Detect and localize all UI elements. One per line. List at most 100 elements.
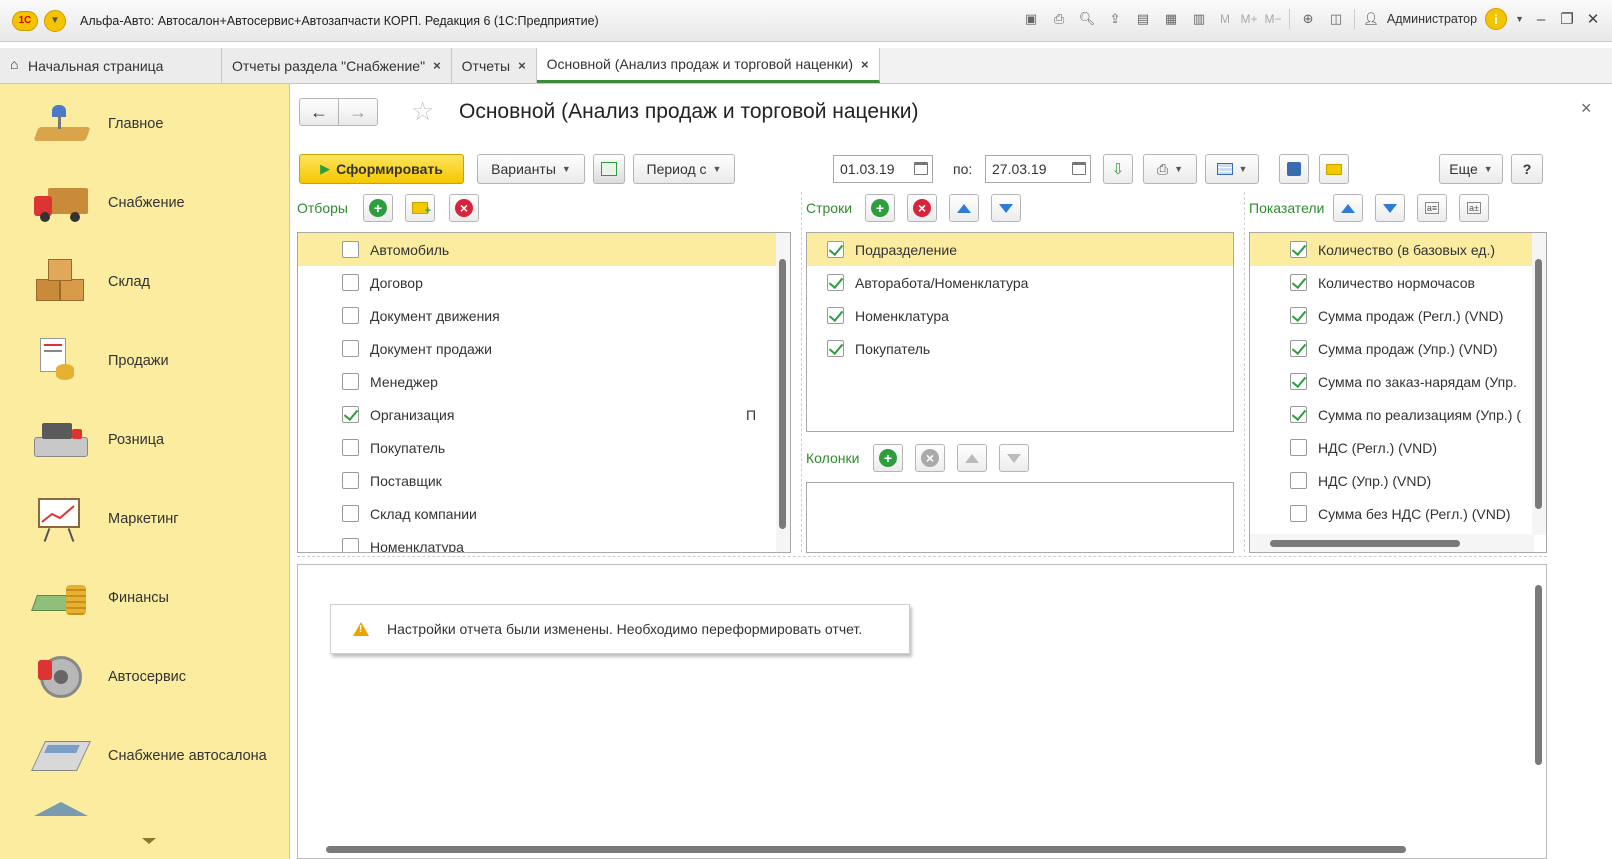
list-item[interactable]: Покупатель bbox=[807, 332, 1233, 365]
list-item[interactable]: Автомобиль bbox=[298, 233, 778, 266]
list-item[interactable]: Менеджер bbox=[298, 365, 778, 398]
checkbox[interactable] bbox=[827, 274, 844, 291]
close-window-button[interactable]: ✕ bbox=[1584, 10, 1602, 28]
memory-plus-button[interactable]: M+ bbox=[1241, 9, 1258, 29]
filters-scrollbar[interactable] bbox=[776, 233, 790, 552]
tab-close-icon[interactable]: × bbox=[433, 58, 441, 73]
memory-minus-button[interactable]: M− bbox=[1265, 9, 1282, 29]
checkbox[interactable] bbox=[1290, 472, 1307, 489]
checkbox[interactable] bbox=[342, 406, 359, 423]
print-icon[interactable]: ⎙ bbox=[1049, 9, 1069, 29]
delete-row-button[interactable]: × bbox=[907, 194, 937, 222]
add-filter-group-button[interactable]: + bbox=[405, 194, 435, 222]
email-button[interactable] bbox=[1319, 154, 1349, 184]
list-item[interactable]: Номенклатура bbox=[298, 530, 778, 552]
list-item[interactable]: НДС (Регл.) (VND) bbox=[1250, 431, 1534, 464]
sidebar-item-supply[interactable]: Снабжение bbox=[0, 163, 289, 242]
export-button[interactable]: ⇩ bbox=[1103, 154, 1133, 184]
tab-close-icon[interactable]: × bbox=[518, 58, 526, 73]
list-item[interactable]: Покупатель bbox=[298, 431, 778, 464]
checkbox[interactable] bbox=[342, 241, 359, 258]
memory-m-button[interactable]: M bbox=[1217, 9, 1233, 29]
tab-close-icon[interactable]: × bbox=[861, 57, 869, 72]
add-row-button[interactable]: + bbox=[865, 194, 895, 222]
checkbox[interactable] bbox=[827, 241, 844, 258]
sidebar-item-retail[interactable]: Розница bbox=[0, 400, 289, 479]
favorite-star-icon[interactable]: ☆ bbox=[411, 96, 434, 127]
sidebar-scroll-down-icon[interactable] bbox=[142, 838, 156, 844]
save-button[interactable] bbox=[1279, 154, 1309, 184]
list-item[interactable]: Документ движения bbox=[298, 299, 778, 332]
checkbox[interactable] bbox=[827, 307, 844, 324]
settings-toggle-button[interactable] bbox=[593, 154, 625, 184]
columns-list[interactable] bbox=[806, 482, 1234, 553]
calculator-icon[interactable]: ▦ bbox=[1161, 9, 1181, 29]
move-indicator-up-button[interactable] bbox=[1333, 194, 1363, 222]
checkbox[interactable] bbox=[1290, 241, 1307, 258]
checkbox[interactable] bbox=[342, 373, 359, 390]
indicators-scrollbar[interactable] bbox=[1532, 233, 1546, 535]
list-item[interactable]: НДС (Упр.) (VND) bbox=[1250, 464, 1534, 497]
tab-supply-reports[interactable]: Отчеты раздела "Снабжение" × bbox=[222, 48, 452, 83]
tab-sales-analysis[interactable]: Основной (Анализ продаж и торговой нацен… bbox=[536, 48, 880, 83]
variants-button[interactable]: Варианты ▼ bbox=[477, 154, 585, 184]
tab-home[interactable]: ⌂ Начальная страница bbox=[0, 48, 222, 83]
calendar-icon[interactable] bbox=[1072, 162, 1086, 175]
checkbox[interactable] bbox=[342, 505, 359, 522]
checkbox[interactable] bbox=[1290, 406, 1307, 423]
panels-icon[interactable]: ◫ bbox=[1326, 9, 1346, 29]
date-from-field[interactable]: 01.03.19 bbox=[833, 155, 933, 183]
minimize-button[interactable]: – bbox=[1532, 11, 1550, 28]
document-icon[interactable]: ▤ bbox=[1133, 9, 1153, 29]
checkbox[interactable] bbox=[1290, 439, 1307, 456]
preview-icon[interactable]: 🔍︎ bbox=[1077, 9, 1097, 29]
checkbox[interactable] bbox=[827, 340, 844, 357]
add-filter-button[interactable]: + bbox=[363, 194, 393, 222]
restore-button[interactable]: ❐ bbox=[1558, 10, 1576, 28]
collapse-grouping-button[interactable]: a≡ bbox=[1417, 194, 1447, 222]
add-column-button[interactable]: + bbox=[873, 444, 903, 472]
list-item[interactable]: Склад компании bbox=[298, 497, 778, 530]
checkbox[interactable] bbox=[342, 307, 359, 324]
list-item[interactable]: Подразделение bbox=[807, 233, 1233, 266]
print-button[interactable]: ⎙ ▼ bbox=[1143, 154, 1197, 184]
checkbox[interactable] bbox=[1290, 340, 1307, 357]
tab-reports[interactable]: Отчеты × bbox=[451, 48, 537, 83]
list-item[interactable]: Договор bbox=[298, 266, 778, 299]
list-item[interactable]: Количество (в базовых ед.) bbox=[1250, 233, 1534, 266]
sidebar-item-autosalon-supply[interactable]: Снабжение автосалона bbox=[0, 716, 289, 795]
date-to-field[interactable]: 27.03.19 bbox=[985, 155, 1091, 183]
nav-back-button[interactable]: ← bbox=[299, 98, 339, 126]
report-hscrollbar[interactable] bbox=[298, 840, 1534, 858]
list-item[interactable]: Сумма по заказ-нарядам (Упр. bbox=[1250, 365, 1534, 398]
zoom-icon[interactable]: ⊕ bbox=[1298, 9, 1318, 29]
list-item[interactable]: Сумма продаж (Упр.) (VND) bbox=[1250, 332, 1534, 365]
period-button[interactable]: Период с ▼ bbox=[633, 154, 735, 184]
sidebar-item-warehouse[interactable]: Склад bbox=[0, 242, 289, 321]
checkbox[interactable] bbox=[342, 472, 359, 489]
main-menu-button[interactable]: ▼ bbox=[44, 9, 66, 32]
list-item[interactable]: Сумма по реализациям (Упр.) ( bbox=[1250, 398, 1534, 431]
user-name[interactable]: Администратор bbox=[1387, 12, 1477, 26]
list-item[interactable]: Документ продажи bbox=[298, 332, 778, 365]
sidebar-item-autoservice[interactable]: Автосервис bbox=[0, 637, 289, 716]
list-item[interactable]: Организация П bbox=[298, 398, 778, 431]
info-icon[interactable]: i bbox=[1485, 8, 1508, 30]
move-indicator-down-button[interactable] bbox=[1375, 194, 1405, 222]
view-button[interactable]: ▼ bbox=[1205, 154, 1259, 184]
expand-grouping-button[interactable]: a± bbox=[1459, 194, 1489, 222]
nav-forward-button[interactable]: → bbox=[338, 98, 378, 126]
list-item[interactable]: Количество нормочасов bbox=[1250, 266, 1534, 299]
checkbox[interactable] bbox=[342, 340, 359, 357]
list-item[interactable]: Поставщик bbox=[298, 464, 778, 497]
calendar-icon[interactable] bbox=[914, 162, 928, 175]
list-item[interactable]: Номенклатура bbox=[807, 299, 1233, 332]
sidebar-item-marketing[interactable]: Маркетинг bbox=[0, 479, 289, 558]
dropdown-icon[interactable]: ▼ bbox=[1515, 14, 1524, 24]
upload-icon[interactable]: ⇪ bbox=[1105, 9, 1125, 29]
list-item[interactable]: Авторабота/Номенклатура bbox=[807, 266, 1233, 299]
sidebar-item-finance[interactable]: Финансы bbox=[0, 558, 289, 637]
checkbox[interactable] bbox=[1290, 505, 1307, 522]
indicators-hscrollbar[interactable] bbox=[1250, 534, 1534, 552]
checkbox[interactable] bbox=[1290, 307, 1307, 324]
